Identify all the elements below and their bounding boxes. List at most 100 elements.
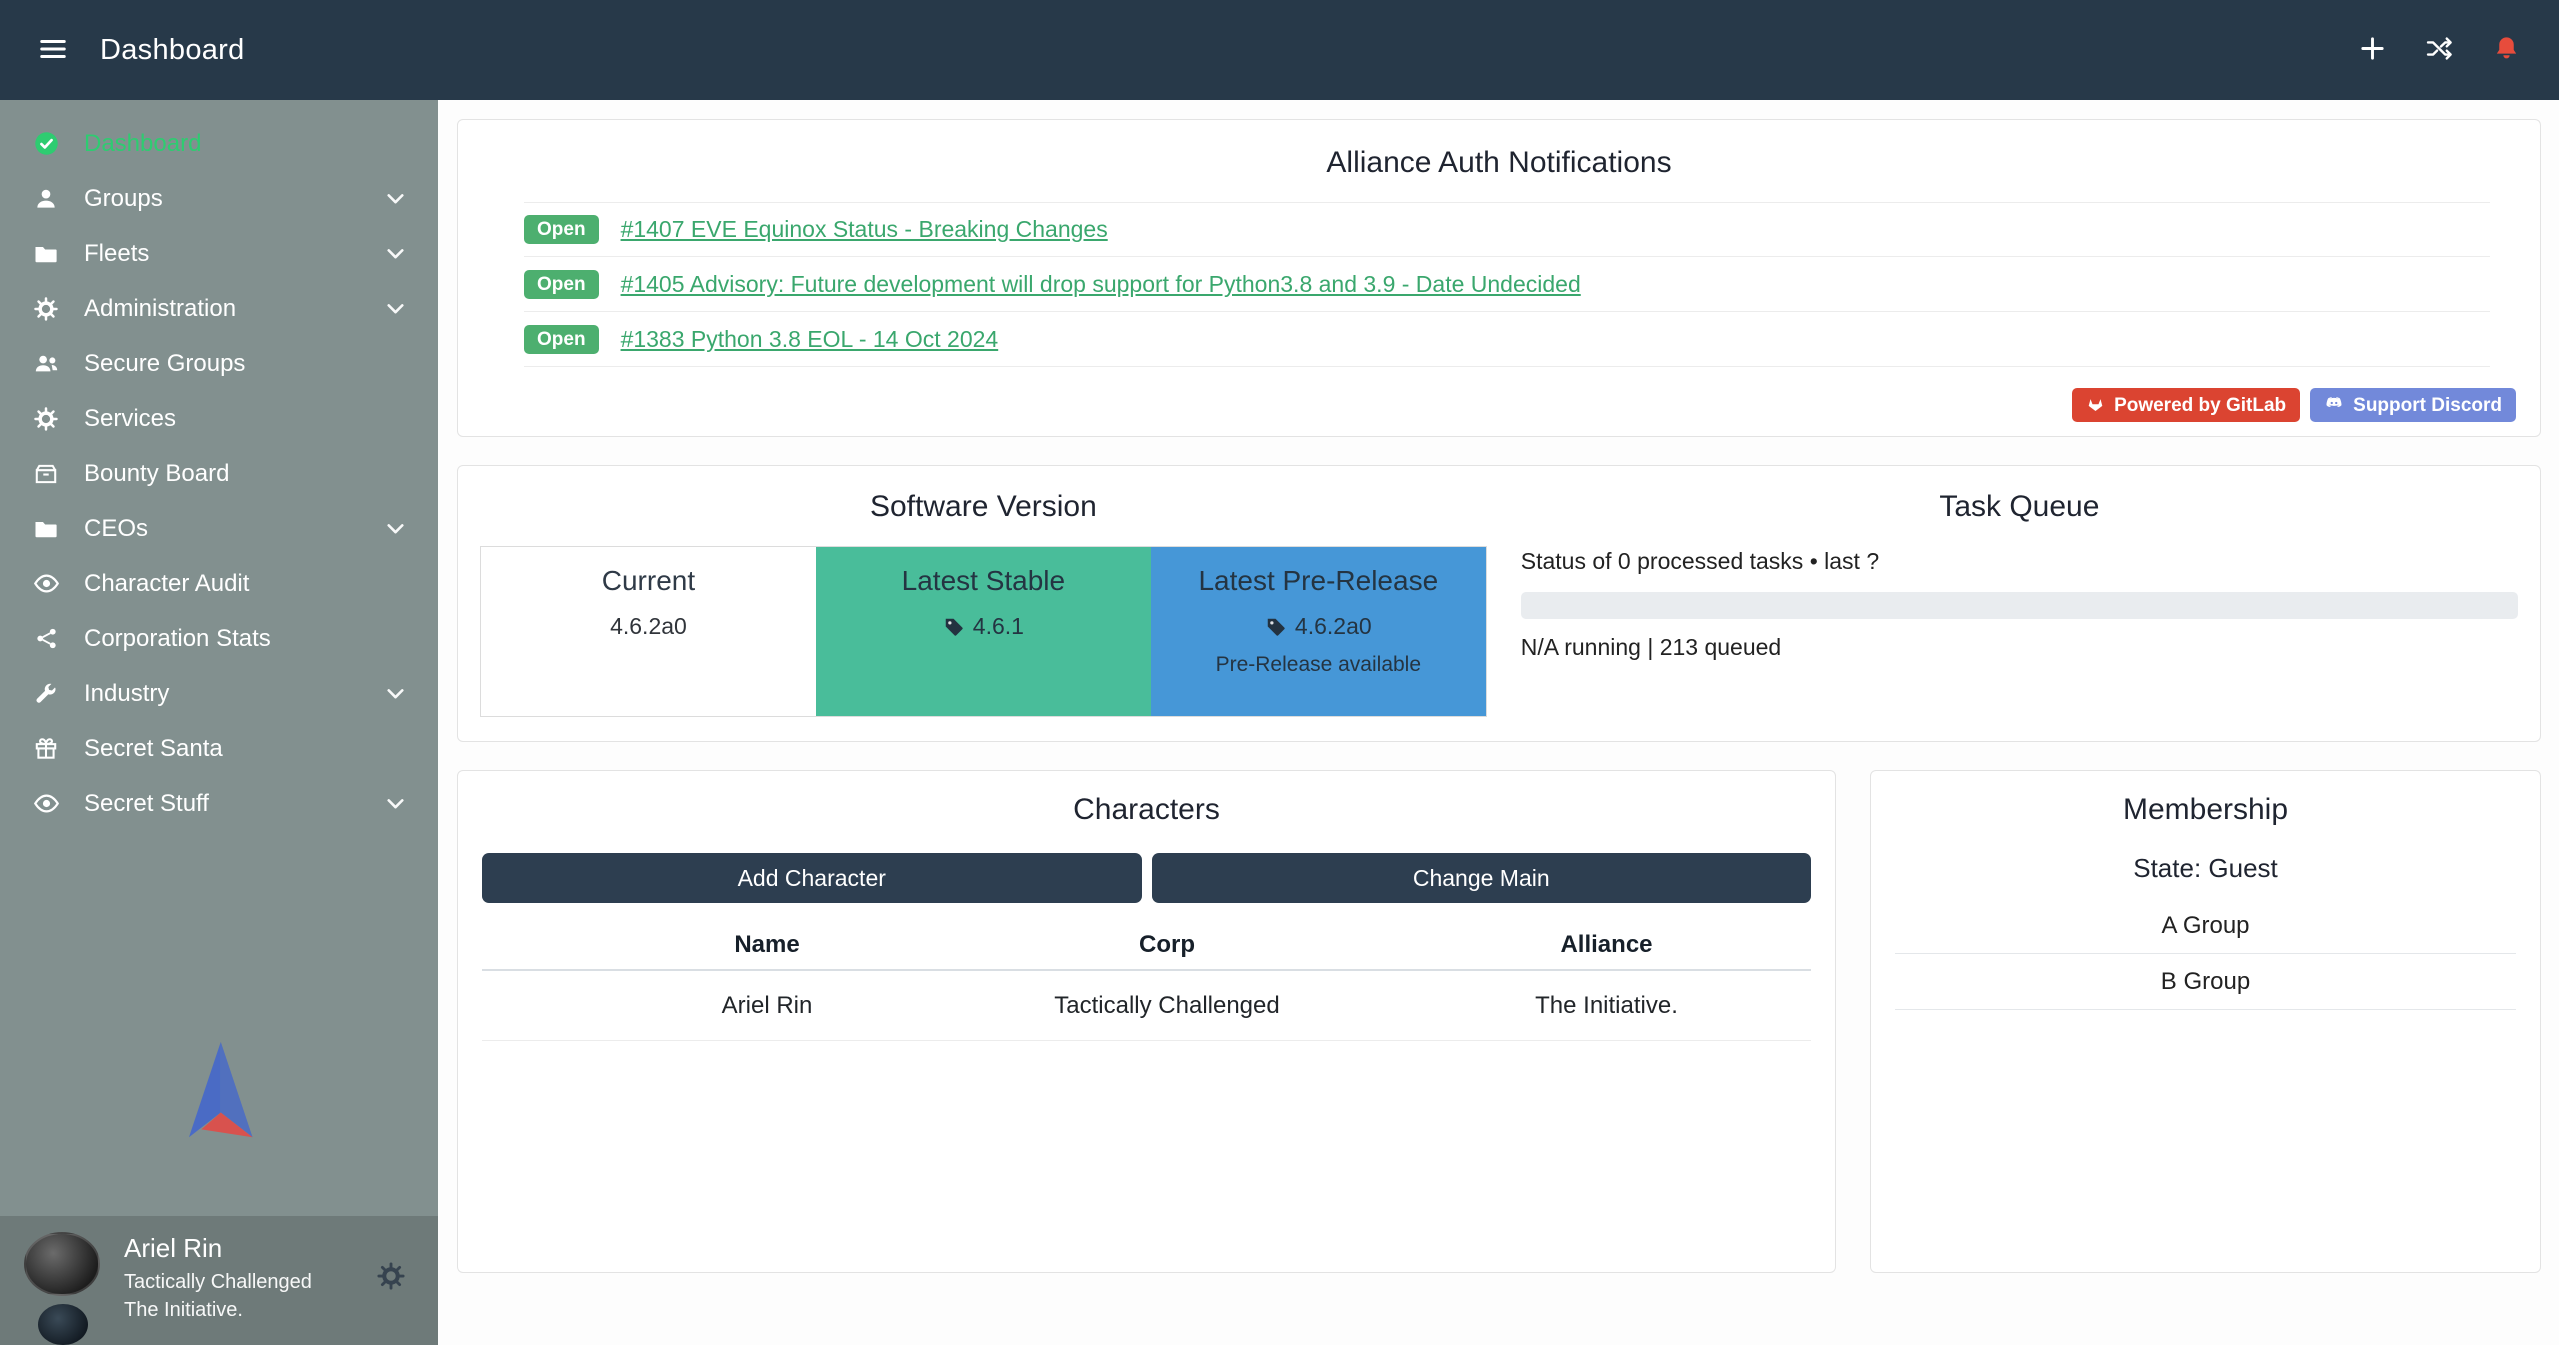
characters-card: Characters Add Character Change Main Nam… xyxy=(457,770,1836,1273)
sidebar-item-ceos[interactable]: CEOs xyxy=(0,501,438,556)
discord-badge[interactable]: Support Discord xyxy=(2310,388,2516,422)
chevron-down-icon xyxy=(383,516,408,541)
app-root: Dashboard Dashboard Groups Fleets Administr… xyxy=(0,0,2559,1345)
gear-icon xyxy=(376,1279,406,1294)
gift-icon xyxy=(30,736,62,762)
sidebar-item-bounty-board[interactable]: Bounty Board xyxy=(0,446,438,501)
user-avatar xyxy=(24,1232,100,1296)
version-boxes: Current 4.6.2a0Latest Stable 4.6.1Latest P… xyxy=(480,546,1487,717)
membership-group: B Group xyxy=(1895,954,2516,1010)
notification-row: Open #1407 EVE Equinox Status - Breaking … xyxy=(524,202,2490,257)
gitlab-badge[interactable]: Powered by GitLab xyxy=(2072,388,2300,422)
gears-icon xyxy=(30,406,62,432)
version-value: 4.6.2a0 xyxy=(1151,613,1486,640)
task-queue-status: Status of 0 processed tasks • last ? xyxy=(1521,548,2518,575)
sidebar-item-fleets[interactable]: Fleets xyxy=(0,226,438,281)
sidebar-item-character-audit[interactable]: Character Audit xyxy=(0,556,438,611)
sidebar-item-dashboard[interactable]: Dashboard xyxy=(0,116,438,171)
chevron-down-icon xyxy=(383,791,408,816)
version-value: 4.6.1 xyxy=(816,613,1151,640)
people-icon xyxy=(30,350,62,377)
sidebar-nav: Dashboard Groups Fleets Administration Secur… xyxy=(0,100,438,831)
page-title: Dashboard xyxy=(100,34,245,67)
task-queue-counts: N/A running | 213 queued xyxy=(1521,634,2518,661)
sidebar-item-label: Bounty Board xyxy=(84,460,229,488)
sidebar-item-label: Industry xyxy=(84,680,169,708)
alliance-logo xyxy=(0,1036,438,1152)
bottom-row: Characters Add Character Change Main Nam… xyxy=(457,770,2541,1273)
version-box-label: Current xyxy=(481,565,816,597)
main-content: Alliance Auth Notifications Open #1407 EV… xyxy=(438,100,2559,1345)
share-icon xyxy=(30,626,62,651)
sidebar-item-groups[interactable]: Groups xyxy=(0,171,438,226)
sidebar-item-secure-groups[interactable]: Secure Groups xyxy=(0,336,438,391)
notifications-button[interactable] xyxy=(2488,30,2525,70)
sidebar-item-label: Fleets xyxy=(84,240,149,268)
version-box-label: Latest Stable xyxy=(816,565,1151,597)
characters-title: Characters xyxy=(482,793,1811,827)
sidebar-item-label: Corporation Stats xyxy=(84,625,271,653)
character-corp: Tactically Challenged xyxy=(932,992,1402,1020)
menu-toggle-button[interactable] xyxy=(34,30,72,71)
sidebar-item-services[interactable]: Services xyxy=(0,391,438,446)
sidebar-item-label: Services xyxy=(84,405,176,433)
character-alliance: The Initiative. xyxy=(1402,992,1811,1020)
sidebar-item-label: Dashboard xyxy=(84,130,201,158)
notification-link[interactable]: #1383 Python 3.8 EOL - 14 Oct 2024 xyxy=(621,326,999,353)
user-corp: Tactically Challenged xyxy=(124,1271,312,1294)
user-name: Ariel Rin xyxy=(124,1234,312,1264)
check-circle-icon xyxy=(30,130,62,157)
notifications-title: Alliance Auth Notifications xyxy=(474,146,2524,180)
wrench-icon xyxy=(30,681,62,707)
sidebar-item-secret-santa[interactable]: Secret Santa xyxy=(0,721,438,776)
gears-icon xyxy=(30,296,62,322)
sidebar-item-label: Administration xyxy=(84,295,236,323)
notification-link[interactable]: #1405 Advisory: Future development will … xyxy=(621,271,1581,298)
task-queue-section: Task Queue Status of 0 processed tasks •… xyxy=(1521,490,2518,717)
version-value: 4.6.2a0 xyxy=(481,613,816,640)
bell-icon xyxy=(2492,34,2521,66)
plus-icon xyxy=(2358,34,2387,66)
task-queue-title: Task Queue xyxy=(1521,490,2518,524)
membership-card: Membership State: Guest A GroupB Group xyxy=(1870,770,2541,1273)
top-navbar: Dashboard xyxy=(0,0,2559,100)
sidebar-item-label: Groups xyxy=(84,185,163,213)
notifications-footer: Powered by GitLab Support Discord xyxy=(474,388,2524,422)
person-icon xyxy=(30,186,62,212)
sidebar-item-label: Secret Stuff xyxy=(84,790,209,818)
corp-logo xyxy=(38,1304,88,1345)
user-panel: Ariel Rin Tactically Challenged The Init… xyxy=(0,1216,438,1345)
sidebar-item-corporation-stats[interactable]: Corporation Stats xyxy=(0,611,438,666)
notification-link[interactable]: #1407 EVE Equinox Status - Breaking Chan… xyxy=(621,216,1108,243)
switch-character-button[interactable] xyxy=(2421,30,2458,70)
sidebar-item-label: Secret Santa xyxy=(84,735,223,763)
membership-groups: A GroupB Group xyxy=(1895,898,2516,1010)
notifications-list: Open #1407 EVE Equinox Status - Breaking … xyxy=(524,202,2490,367)
status-badge: Open xyxy=(524,215,599,244)
change-main-button[interactable]: Change Main xyxy=(1152,853,1812,903)
version-box-prerelease: Latest Pre-Release 4.6.2a0 Pre-Release ava… xyxy=(1151,547,1486,716)
discord-badge-label: Support Discord xyxy=(2353,396,2502,415)
software-version-section: Software Version Current 4.6.2a0Latest St… xyxy=(480,490,1487,717)
notifications-card: Alliance Auth Notifications Open #1407 EV… xyxy=(457,119,2541,437)
sidebar-item-secret-stuff[interactable]: Secret Stuff xyxy=(0,776,438,831)
software-taskqueue-card: Software Version Current 4.6.2a0Latest St… xyxy=(457,465,2541,742)
task-progress-bar xyxy=(1521,592,2518,619)
tag-icon xyxy=(1265,616,1287,638)
sidebar-item-label: Character Audit xyxy=(84,570,249,598)
tag-icon xyxy=(943,616,965,638)
sidebar-item-administration[interactable]: Administration xyxy=(0,281,438,336)
add-button[interactable] xyxy=(2354,30,2391,70)
add-character-button[interactable]: Add Character xyxy=(482,853,1142,903)
box-icon xyxy=(30,461,62,487)
user-alliance: The Initiative. xyxy=(124,1299,312,1322)
software-version-title: Software Version xyxy=(480,490,1487,524)
version-note: Pre-Release available xyxy=(1151,653,1486,677)
eye-icon xyxy=(30,570,62,597)
version-box-label: Latest Pre-Release xyxy=(1151,565,1486,597)
gitlab-badge-label: Powered by GitLab xyxy=(2114,396,2286,415)
sidebar-item-industry[interactable]: Industry xyxy=(0,666,438,721)
user-settings-button[interactable] xyxy=(370,1260,412,1295)
page-layout: Dashboard Groups Fleets Administration Secur… xyxy=(0,100,2559,1345)
folder-icon xyxy=(30,516,62,542)
